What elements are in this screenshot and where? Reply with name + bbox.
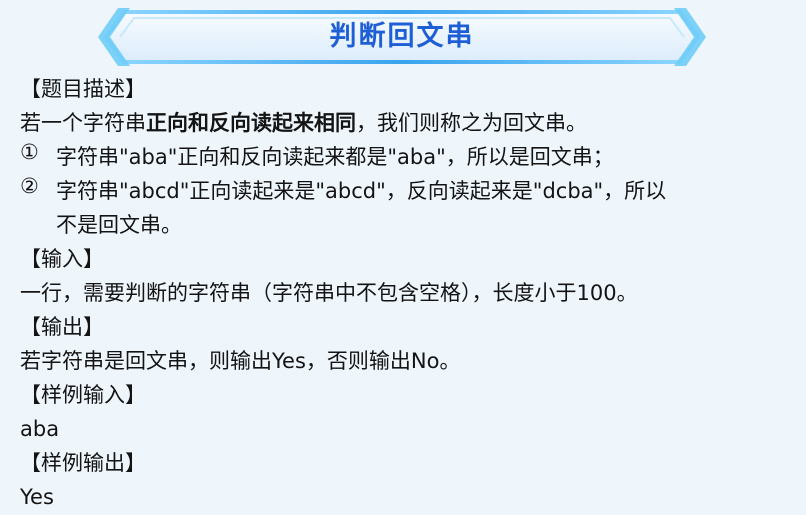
example-item-2: ② 字符串"abcd"正向读起来是"abcd"，反向读起来是"dcba"，所以 …	[20, 174, 800, 242]
banner-title: 判断回文串	[329, 21, 475, 52]
description-heading: 【题目描述】	[20, 77, 146, 101]
example-item-1: ① 字符串"aba"正向和反向读起来都是"aba"，所以是回文串；	[20, 140, 800, 174]
output-description: 若字符串是回文串，则输出Yes，否则输出No。	[20, 349, 461, 373]
input-heading: 【输入】	[20, 247, 104, 271]
description-prefix: 若一个字符串	[20, 111, 146, 135]
example-2-line-2: 不是回文串。	[56, 213, 182, 237]
title-banner: 判断回文串	[96, 8, 708, 66]
input-description: 一行，需要判断的字符串（字符串中不包含空格），长度小于100。	[20, 281, 638, 305]
description-suffix: ，我们则称之为回文串。	[356, 111, 587, 135]
example-1-text: 字符串"aba"正向和反向读起来都是"aba"，所以是回文串；	[56, 145, 614, 169]
sample-input-heading: 【样例输入】	[20, 383, 146, 407]
example-2-line-1: 字符串"abcd"正向读起来是"abcd"，反向读起来是"dcba"，所以	[56, 179, 667, 203]
problem-statement: 【题目描述】 若一个字符串正向和反向读起来相同，我们则称之为回文串。 ① 字符串…	[20, 72, 800, 514]
example-2-text: 字符串"abcd"正向读起来是"abcd"，反向读起来是"dcba"，所以 不是…	[56, 174, 666, 242]
description-bold-text: 正向和反向读起来相同	[146, 111, 356, 135]
circled-number-2: ②	[20, 174, 39, 198]
output-heading: 【输出】	[20, 315, 104, 339]
circled-number-1: ①	[20, 140, 39, 164]
sample-output-value: Yes	[20, 485, 54, 509]
sample-input-value: aba	[20, 417, 60, 441]
sample-output-heading: 【样例输出】	[20, 451, 146, 475]
description-text: 若一个字符串正向和反向读起来相同，我们则称之为回文串。	[20, 106, 800, 140]
